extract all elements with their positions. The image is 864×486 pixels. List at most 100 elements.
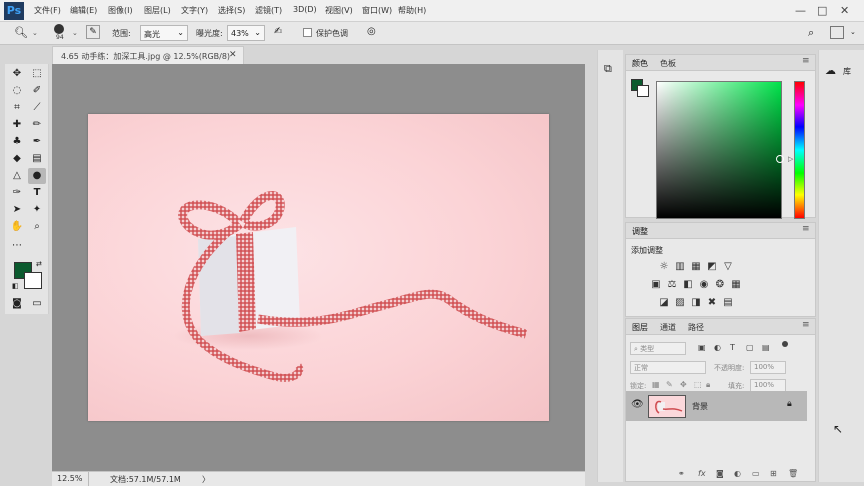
hand-tool-icon[interactable]: ✋ [8,219,26,235]
brush-panel-icon[interactable]: ✎ [86,25,100,39]
maximize-button[interactable]: □ [817,4,827,17]
new-layer-icon[interactable]: ⊞ [770,469,777,478]
brush-tip-icon[interactable] [54,24,64,34]
curves-icon[interactable]: ▦ [690,261,702,272]
filter-toggle-icon[interactable] [782,341,788,347]
layer-lock-icon[interactable]: 🔒︎ [787,399,792,409]
eyedropper-tool-icon[interactable]: ⟋ [28,100,46,116]
zoom-level[interactable]: 12.5% [57,474,82,483]
burn-tool-preset-icon[interactable]: 🔍︎ [14,26,28,39]
screen-mode-icon[interactable]: ▭ [28,296,46,312]
brush-dropdown-arrow-icon[interactable]: ⌄ [72,29,78,37]
libraries-label[interactable]: 库 [843,66,851,77]
clone-stamp-tool-icon[interactable]: ♣ [8,134,26,150]
crop-tool-icon[interactable]: ⌗ [8,100,26,116]
new-group-icon[interactable]: ▭ [752,469,760,478]
minimize-button[interactable]: — [795,4,806,17]
threshold-icon[interactable]: ◨ [690,297,702,308]
black-white-icon[interactable]: ◧ [682,279,694,290]
layer-filter-input[interactable]: ⌕ 类型 [630,342,686,355]
lasso-tool-icon[interactable]: ◌ [8,83,26,99]
airbrush-icon[interactable]: ✍ [274,26,282,37]
filter-type-icon[interactable]: T [730,343,735,352]
opacity-input[interactable]: 100% [750,361,786,374]
tab-paths[interactable]: 路径 [688,322,704,333]
menu-select[interactable]: 选择(S) [218,5,245,16]
hue-saturation-icon[interactable]: ▣ [650,279,662,290]
move-tool-icon[interactable]: ✥ [8,66,26,82]
more-tools-icon[interactable]: ⋯ [8,238,26,254]
menu-filter[interactable]: 滤镜(T) [255,5,282,16]
add-mask-icon[interactable]: ◙ [716,469,724,478]
close-tab-icon[interactable]: ✕ [229,50,237,60]
blend-mode-select[interactable]: 正常 [630,361,706,374]
brightness-contrast-icon[interactable]: ☼ [658,261,670,272]
hue-slider-handle-icon[interactable]: ▷ [788,155,793,163]
pressure-size-icon[interactable]: ◎ [367,26,376,37]
tab-adjustments[interactable]: 调整 [632,226,648,237]
default-colors-icon[interactable]: ◧ [12,282,19,290]
filter-shape-icon[interactable]: ▢ [746,343,754,352]
menu-type[interactable]: 文字(Y) [181,5,208,16]
lock-pixels-icon[interactable]: ✎ [666,380,673,389]
preset-dropdown-arrow-icon[interactable]: ⌄ [32,29,38,37]
lock-all-icon[interactable]: 🔒︎ [706,380,710,390]
blur-tool-icon[interactable]: △ [8,168,26,184]
lock-transparency-icon[interactable]: ▦ [652,380,660,389]
marquee-tool-icon[interactable]: ⬚ [28,66,46,82]
protect-tones-checkbox[interactable] [303,28,312,37]
menu-3d[interactable]: 3D(D) [293,5,317,14]
menu-file[interactable]: 文件(F) [34,5,61,16]
color-balance-icon[interactable]: ⚖ [666,279,678,290]
swap-colors-icon[interactable]: ⇄ [36,260,42,268]
menu-window[interactable]: 窗口(W) [362,5,392,16]
range-select[interactable]: 高光 ⌄ [140,25,188,41]
layer-name[interactable]: 背景 [692,401,708,412]
creative-cloud-icon[interactable]: ☁ [825,64,836,77]
history-panel-icon[interactable]: ⧉ [604,62,612,76]
exposure-input[interactable]: 43% ⌄ [227,25,265,41]
canvas-area[interactable] [52,64,585,471]
layer-style-icon[interactable]: fx [698,469,706,478]
vibrance-icon[interactable]: ▽ [722,261,734,272]
delete-layer-icon[interactable]: 🗑︎ [788,469,798,478]
tab-channels[interactable]: 通道 [660,322,676,333]
quick-mask-icon[interactable]: ◙ [8,296,26,312]
link-layers-icon[interactable]: ⚭ [678,469,685,478]
posterize-icon[interactable]: ▨ [674,297,686,308]
filter-adjustment-icon[interactable]: ◐ [714,343,721,352]
tab-swatches[interactable]: 色板 [660,58,676,69]
menu-view[interactable]: 视图(V) [325,5,353,16]
layer-row[interactable]: 👁︎ 背景 🔒︎ [626,391,807,421]
pen-tool-icon[interactable]: ✑ [8,185,26,201]
lock-position-icon[interactable]: ✥ [680,380,687,389]
healing-brush-tool-icon[interactable]: ✚ [8,117,26,133]
selective-color-icon[interactable]: ✖ [706,297,718,308]
color-picker-cursor[interactable] [776,155,784,163]
hue-slider[interactable] [794,81,805,219]
status-menu-arrow-icon[interactable]: 〉 [202,474,210,485]
shape-tool-icon[interactable]: ✦ [28,202,46,218]
color-panel-background-swatch[interactable] [637,85,649,97]
workspace-chevron-icon[interactable]: ⌄ [850,28,856,36]
search-icon[interactable]: ⌕ [808,26,814,40]
levels-icon[interactable]: ▥ [674,261,686,272]
gradient-map-icon[interactable]: ▤ [722,297,734,308]
eraser-tool-icon[interactable]: ◆ [8,151,26,167]
workspace-icon[interactable] [830,26,844,39]
type-tool-icon[interactable]: T [28,185,46,201]
channel-mixer-icon[interactable]: ❂ [714,279,726,290]
invert-icon[interactable]: ◪ [658,297,670,308]
background-color-swatch[interactable] [24,272,42,289]
tab-layers[interactable]: 图层 [632,322,648,333]
color-lookup-icon[interactable]: ▦ [730,279,742,290]
new-adjustment-layer-icon[interactable]: ◐ [734,469,741,478]
gradient-tool-icon[interactable]: ▤ [28,151,46,167]
visibility-eye-icon[interactable]: 👁︎ [631,399,644,410]
layers-panel-menu-icon[interactable]: ≡ [802,320,810,330]
photo-filter-icon[interactable]: ◉ [698,279,710,290]
zoom-tool-icon[interactable]: ⌕ [28,219,46,235]
history-brush-tool-icon[interactable]: ✒ [28,134,46,150]
document-image[interactable] [88,114,549,421]
exposure-adjust-icon[interactable]: ◩ [706,261,718,272]
